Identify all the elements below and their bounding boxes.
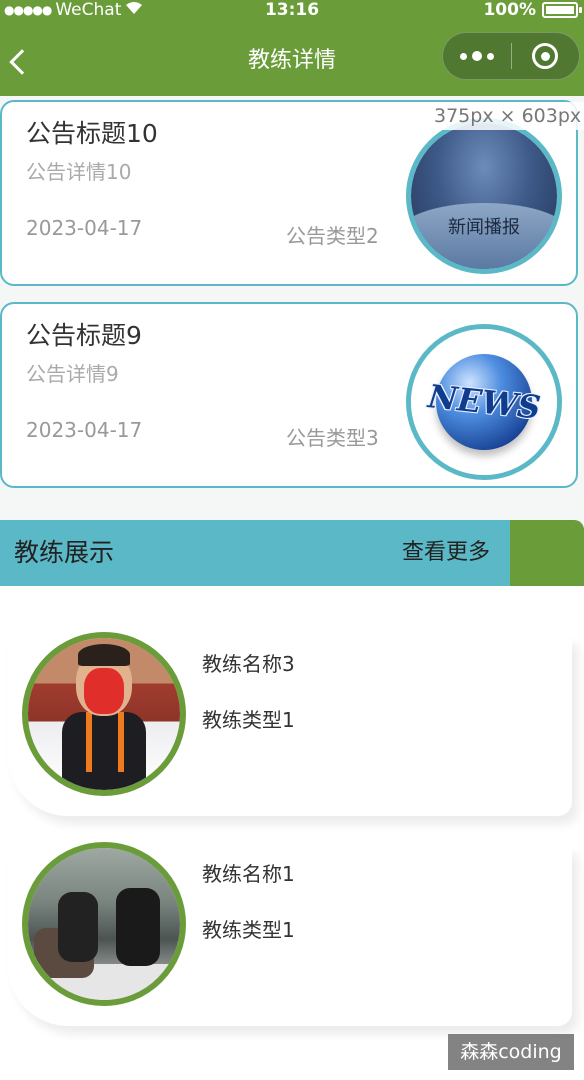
coach-avatar — [22, 632, 186, 796]
coach-photo — [28, 848, 180, 1000]
coach-section-header: 教练展示 查看更多 — [0, 520, 584, 586]
status-right: 100% — [483, 0, 582, 20]
status-bar: ●●●●● WeChat 13:16 100% — [0, 0, 584, 24]
dot-icon — [459, 52, 467, 60]
battery-icon — [542, 2, 582, 18]
view-more-link[interactable]: 查看更多 — [402, 520, 490, 586]
coach-card[interactable]: 教练名称3 教练类型1 — [8, 632, 572, 816]
news-globe-image: NEWS — [411, 329, 557, 475]
notice-title: 公告标题9 — [26, 321, 142, 350]
globe-icon: NEWS — [426, 354, 542, 450]
coach-avatar — [22, 842, 186, 1006]
miniprogram-capsule — [442, 32, 580, 80]
dot-icon — [471, 51, 482, 61]
target-icon — [532, 43, 559, 69]
section-title: 教练展示 — [14, 538, 115, 567]
watermark: 森森coding — [448, 1034, 574, 1070]
notice-image: 新闻播报 — [406, 118, 562, 274]
notice-card[interactable]: 公告标题9 公告详情9 2023-04-17 公告类型3 NEWS — [0, 302, 578, 488]
coach-type: 教练类型1 — [202, 918, 295, 942]
close-miniprogram-button[interactable] — [512, 32, 580, 80]
news-logo-text: NEWS — [425, 377, 543, 427]
dot-icon — [486, 52, 494, 60]
size-overlay: 375px × 603px — [428, 102, 584, 130]
more-options-button[interactable] — [443, 32, 511, 80]
notice-image: NEWS — [406, 324, 562, 480]
notice-title: 公告标题10 — [26, 119, 158, 148]
notice-type: 公告类型2 — [286, 224, 379, 248]
coach-type: 教练类型1 — [202, 708, 295, 732]
notice-type: 公告类型3 — [286, 426, 379, 450]
notice-detail: 公告详情9 — [26, 362, 119, 386]
coach-photo — [28, 638, 180, 790]
coach-card[interactable]: 教练名称1 教练类型1 — [8, 842, 572, 1026]
notice-date: 2023-04-17 — [26, 418, 143, 442]
notice-detail: 公告详情10 — [26, 160, 132, 184]
notice-date: 2023-04-17 — [26, 216, 143, 240]
coach-name: 教练名称3 — [202, 652, 295, 676]
section-accent — [510, 520, 584, 586]
coach-name: 教练名称1 — [202, 862, 295, 886]
battery-percent: 100% — [483, 0, 536, 20]
app-header: ●●●●● WeChat 13:16 100% 教练详情 — [0, 0, 584, 96]
image-caption: 新闻播报 — [448, 217, 520, 238]
news-broadcast-image: 新闻播报 — [411, 123, 557, 269]
